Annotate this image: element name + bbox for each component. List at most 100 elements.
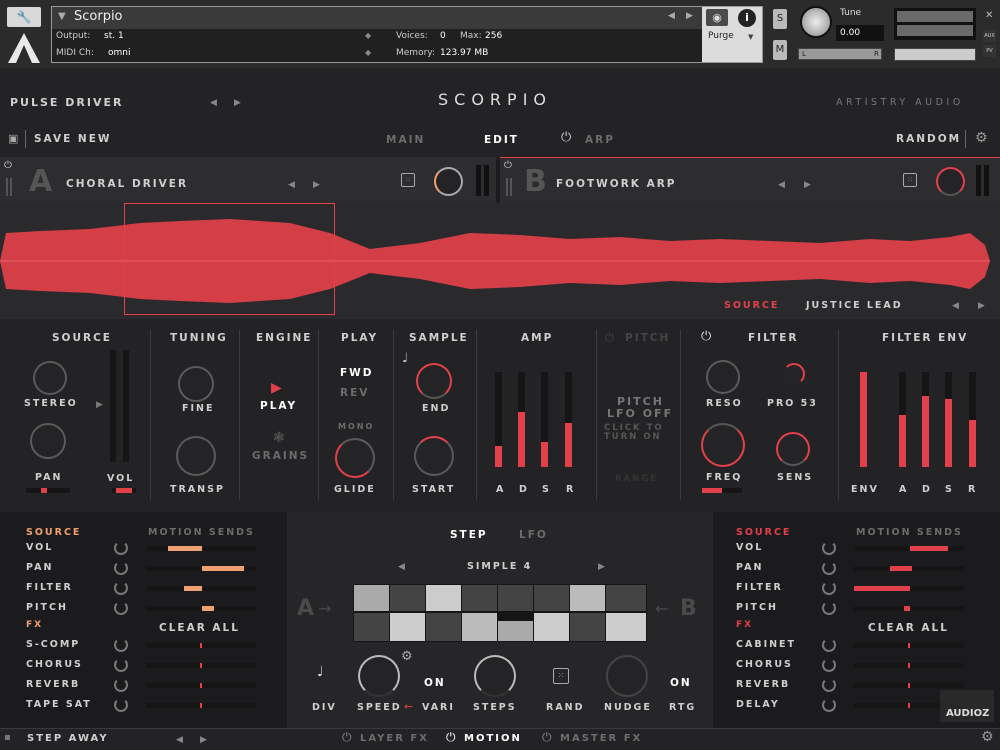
- footer-next-icon[interactable]: ▶: [200, 735, 207, 745]
- layer-b-name[interactable]: FOOTWORK ARP: [556, 178, 676, 190]
- fx-send-slider[interactable]: [146, 643, 256, 648]
- step-cell[interactable]: [570, 613, 605, 641]
- fenv-bar-1[interactable]: [899, 372, 906, 467]
- div-note-icon[interactable]: ♩: [317, 664, 324, 680]
- waveform-selection[interactable]: [124, 203, 335, 315]
- wave-next-icon[interactable]: ▶: [978, 301, 985, 311]
- vol-mod-slider[interactable]: [112, 488, 136, 493]
- motion-power-icon[interactable]: ⏻: [446, 730, 456, 745]
- layer-a-grid-icon[interactable]: ⁙: [401, 173, 415, 187]
- rand-grid-icon[interactable]: ⁙: [553, 668, 569, 684]
- solo-button[interactable]: S: [773, 9, 787, 29]
- glide-knob[interactable]: [335, 438, 375, 478]
- snapshot-camera-icon[interactable]: ◉: [706, 9, 728, 26]
- motion-send-slider[interactable]: [146, 546, 256, 551]
- pitch-lfo-off-label[interactable]: LFO OFF: [607, 407, 673, 420]
- step-cell[interactable]: [570, 585, 605, 611]
- amp-bar-1[interactable]: [518, 372, 525, 467]
- note-icon[interactable]: ♩: [402, 351, 408, 366]
- aux-button[interactable]: AUX: [983, 30, 996, 42]
- purge-button[interactable]: Purge: [708, 31, 734, 41]
- collapse-icon[interactable]: ▼: [58, 11, 66, 22]
- prev-instrument-icon[interactable]: ◀: [668, 11, 675, 21]
- tab-motion[interactable]: MOTION: [464, 733, 522, 744]
- filter-type-knob[interactable]: [783, 363, 805, 385]
- mono-label[interactable]: MONO: [338, 422, 374, 431]
- rev-button[interactable]: REV: [340, 387, 369, 399]
- step-cell[interactable]: [426, 585, 461, 611]
- footer-save-icon[interactable]: ▪: [4, 732, 11, 743]
- play-engine-button[interactable]: PLAY: [260, 400, 297, 412]
- amp-bar-0[interactable]: [495, 372, 502, 467]
- step-cell[interactable]: [462, 613, 497, 641]
- tab-master-fx[interactable]: MASTER FX: [560, 733, 642, 744]
- pan-slider[interactable]: [798, 48, 882, 60]
- motion-sync-icon[interactable]: [822, 581, 836, 595]
- random-button[interactable]: RANDOM: [896, 133, 961, 145]
- motion-sync-icon[interactable]: [114, 561, 128, 575]
- purge-dropdown-icon[interactable]: ▼: [748, 33, 753, 41]
- output-value[interactable]: st. 1: [104, 31, 124, 41]
- step-cell[interactable]: [354, 585, 389, 611]
- layer-a-next-icon[interactable]: ▶: [313, 180, 320, 190]
- layer-a-power-icon[interactable]: ⏻: [4, 160, 12, 171]
- fx-sync-icon[interactable]: [822, 698, 836, 712]
- vari-on-button[interactable]: ON: [424, 677, 446, 689]
- stereo-knob[interactable]: [33, 361, 67, 395]
- motion-sync-icon[interactable]: [822, 541, 836, 555]
- pattern-name[interactable]: SIMPLE 4: [467, 561, 532, 572]
- speed-settings-gear-icon[interactable]: ⚙: [401, 649, 413, 664]
- fx-sync-icon[interactable]: [114, 658, 128, 672]
- motion-sync-icon[interactable]: [114, 541, 128, 555]
- preset-prev-icon[interactable]: ◀: [210, 98, 217, 108]
- motion-send-slider[interactable]: [146, 566, 256, 571]
- sens-knob[interactable]: [776, 432, 810, 466]
- fwd-button[interactable]: FWD: [340, 367, 373, 379]
- step-cell[interactable]: [534, 613, 569, 641]
- motion-send-slider[interactable]: [146, 586, 256, 591]
- freq-mod-slider[interactable]: [702, 488, 742, 493]
- start-knob[interactable]: [414, 436, 454, 476]
- fine-knob[interactable]: [178, 366, 214, 402]
- motion-send-slider[interactable]: [854, 546, 964, 551]
- filter-power-icon[interactable]: ⏻: [701, 329, 711, 344]
- fx-sync-icon[interactable]: [114, 638, 128, 652]
- layer-fx-power-icon[interactable]: ⏻: [342, 730, 352, 745]
- motion-send-slider[interactable]: [854, 606, 964, 611]
- mute-button[interactable]: M: [773, 40, 787, 60]
- fx-send-slider[interactable]: [146, 703, 256, 708]
- layer-a-prev-icon[interactable]: ◀: [288, 180, 295, 190]
- transp-knob[interactable]: [176, 436, 216, 476]
- wave-prev-icon[interactable]: ◀: [952, 301, 959, 311]
- grains-button[interactable]: GRAINS: [252, 450, 309, 462]
- end-knob[interactable]: [416, 363, 452, 399]
- motion-sync-icon[interactable]: [114, 601, 128, 615]
- pattern-next-icon[interactable]: ▶: [598, 562, 605, 572]
- freq-knob[interactable]: [701, 423, 745, 467]
- tab-edit[interactable]: EDIT: [484, 134, 519, 146]
- tune-knob[interactable]: [800, 6, 832, 38]
- nudge-knob[interactable]: [606, 655, 648, 697]
- fx-send-slider[interactable]: [854, 683, 964, 688]
- wave-source-name[interactable]: JUSTICE LEAD: [806, 300, 903, 311]
- tab-layer-fx[interactable]: LAYER FX: [360, 733, 429, 744]
- fenv-bar-4[interactable]: [969, 372, 976, 467]
- fx-sync-icon[interactable]: [822, 638, 836, 652]
- left-clear-all-button[interactable]: CLEAR ALL: [159, 622, 240, 634]
- fx-send-slider[interactable]: [146, 683, 256, 688]
- pan-knob[interactable]: [30, 423, 66, 459]
- step-cell[interactable]: [462, 585, 497, 611]
- tab-step[interactable]: STEP: [450, 529, 488, 541]
- preset-next-icon[interactable]: ▶: [234, 98, 241, 108]
- preset-name[interactable]: PULSE DRIVER: [10, 96, 123, 109]
- layer-b-power-icon[interactable]: ⏻: [504, 160, 512, 171]
- right-clear-all-button[interactable]: CLEAR ALL: [868, 622, 949, 634]
- fenv-bar-3[interactable]: [945, 372, 952, 467]
- layer-b-next-icon[interactable]: ▶: [804, 180, 811, 190]
- fx-sync-icon[interactable]: [822, 678, 836, 692]
- step-cell[interactable]: [606, 613, 646, 641]
- save-icon[interactable]: ▣: [8, 132, 18, 145]
- fx-send-slider[interactable]: [854, 663, 964, 668]
- step-cell[interactable]: [354, 613, 389, 641]
- step-cell[interactable]: [390, 613, 425, 641]
